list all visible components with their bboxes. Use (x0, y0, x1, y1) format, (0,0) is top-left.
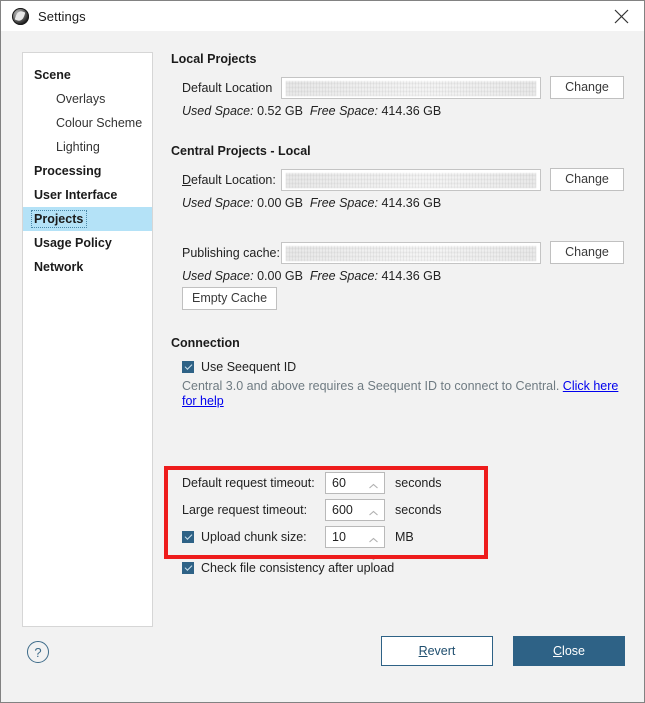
upload-chunk-size-label: Upload chunk size: (201, 530, 307, 544)
upload-chunk-size-row: Upload chunk size: 10 MB (171, 525, 501, 561)
sidebar-item-label: Scene (34, 68, 71, 82)
local-change-location-button[interactable]: Change (550, 76, 624, 99)
upload-chunk-size-stepper[interactable]: 10 (325, 526, 385, 561)
close-icon (614, 9, 629, 23)
redacted-path-text (286, 172, 536, 188)
sidebar-item-label: Projects (30, 210, 88, 228)
cache-used-space-value: 0.00 GB (257, 269, 303, 283)
large-request-timeout-unit: seconds (395, 503, 442, 517)
sidebar-item-label: Processing (34, 164, 102, 178)
central-default-location-label: Default Location: (182, 172, 276, 187)
seequent-id-info-text: Central 3.0 and above requires a Seequen… (171, 379, 630, 409)
local-used-space-value: 0.52 GB (257, 104, 303, 118)
sidebar-item-overlays[interactable]: Overlays (23, 87, 152, 111)
sidebar-item-label: Lighting (56, 140, 100, 154)
connection-timeout-settings: Default request timeout: 60 seconds Larg… (171, 471, 501, 561)
sidebar-item-scene[interactable]: Scene (23, 63, 152, 87)
cache-change-location-button[interactable]: Change (550, 241, 624, 264)
chevron-up-icon[interactable] (368, 503, 379, 521)
large-request-timeout-value: 600 (332, 503, 353, 517)
local-free-space-value: 414.36 GB (381, 104, 442, 118)
cache-used-space-label: Used Space: (182, 269, 254, 283)
central-space-info: Used Space: 0.00 GB Free Space: 414.36 G… (171, 196, 631, 210)
central-free-space-value: 414.36 GB (381, 196, 442, 210)
cache-free-space-value: 414.36 GB (381, 269, 442, 283)
local-projects-heading: Local Projects (171, 52, 257, 66)
large-request-timeout-label: Large request timeout: (182, 503, 308, 517)
publishing-cache-input[interactable] (281, 241, 541, 264)
default-request-timeout-row: Default request timeout: 60 seconds (171, 471, 501, 507)
central-change-location-button[interactable]: Change (550, 168, 624, 191)
settings-content-panel: Local Projects Default Location Change U… (171, 52, 631, 409)
large-request-timeout-stepper[interactable]: 600 (325, 499, 385, 534)
publishing-cache-label: Publishing cache: (182, 245, 280, 260)
sidebar-item-network[interactable]: Network (23, 255, 152, 279)
use-seequent-id-label: Use Seequent ID (201, 360, 297, 374)
sidebar-item-projects[interactable]: Projects (23, 207, 152, 231)
question-mark-icon: ? (34, 644, 42, 660)
upload-chunk-size-unit: MB (395, 530, 414, 544)
sidebar-item-label: User Interface (34, 188, 118, 202)
settings-dialog: Settings Scene Overlays Colour Scheme Li… (0, 0, 645, 703)
central-used-space-value: 0.00 GB (257, 196, 303, 210)
title-bar: Settings (1, 1, 644, 31)
central-free-space-label: Free Space: (309, 196, 378, 210)
default-request-timeout-stepper[interactable]: 60 (325, 472, 385, 507)
local-free-space-label: Free Space: (309, 104, 378, 118)
publishing-cache-row: Publishing cache: Change (171, 241, 631, 264)
sidebar-item-processing[interactable]: Processing (23, 159, 152, 183)
stepper-arrows[interactable] (368, 503, 379, 534)
dialog-body: Scene Overlays Colour Scheme Lighting Pr… (1, 31, 644, 702)
default-request-timeout-label: Default request timeout: (182, 476, 315, 490)
central-projects-heading: Central Projects - Local (171, 144, 311, 158)
close-button[interactable]: Close (513, 636, 625, 666)
local-default-location-input[interactable] (281, 76, 541, 99)
info-text-body: Central 3.0 and above requires a Seequen… (182, 379, 563, 393)
sidebar-item-label: Usage Policy (34, 236, 112, 250)
connection-heading: Connection (171, 336, 240, 350)
sidebar-item-colour-scheme[interactable]: Colour Scheme (23, 111, 152, 135)
cache-free-space-label: Free Space: (309, 269, 378, 283)
default-request-timeout-value: 60 (332, 476, 346, 490)
stepper-arrows[interactable] (368, 530, 379, 561)
chevron-up-icon[interactable] (368, 476, 379, 494)
upload-chunk-size-value: 10 (332, 530, 346, 544)
sidebar-item-label: Network (34, 260, 84, 274)
sidebar-item-usage-policy[interactable]: Usage Policy (23, 231, 152, 255)
central-default-location-input[interactable] (281, 168, 541, 191)
sidebar-item-lighting[interactable]: Lighting (23, 135, 152, 159)
help-button[interactable]: ? (27, 641, 49, 663)
revert-button[interactable]: Revert (381, 636, 493, 666)
cache-space-info: Used Space: 0.00 GB Free Space: 414.36 G… (171, 269, 631, 283)
large-request-timeout-row: Large request timeout: 600 seconds (171, 498, 501, 534)
redacted-path-text (286, 245, 536, 261)
use-seequent-id-checkbox[interactable] (182, 361, 194, 373)
empty-cache-button[interactable]: Empty Cache (182, 287, 277, 310)
sidebar-item-label: Overlays (56, 92, 106, 106)
local-used-space-label: Used Space: (182, 104, 254, 118)
default-request-timeout-unit: seconds (395, 476, 442, 490)
window-title: Settings (38, 8, 86, 24)
upload-chunk-size-toggle[interactable]: Upload chunk size: (182, 530, 325, 544)
use-seequent-id-row[interactable]: Use Seequent ID (171, 360, 631, 374)
settings-sidebar: Scene Overlays Colour Scheme Lighting Pr… (22, 52, 153, 627)
app-logo-icon (12, 7, 29, 25)
central-default-location-row: Default Location: Change (171, 168, 631, 191)
sidebar-item-user-interface[interactable]: User Interface (23, 183, 152, 207)
local-default-location-row: Default Location Change (171, 76, 631, 99)
check-file-consistency-row[interactable]: Check file consistency after upload (171, 561, 394, 575)
chevron-up-icon[interactable] (368, 530, 379, 548)
stepper-arrows[interactable] (368, 476, 379, 507)
check-file-consistency-checkbox[interactable] (182, 562, 194, 574)
local-space-info: Used Space: 0.52 GB Free Space: 414.36 G… (171, 104, 631, 118)
check-file-consistency-label: Check file consistency after upload (201, 561, 395, 575)
close-window-button[interactable] (599, 1, 644, 31)
dialog-footer: ? Revert Close (1, 625, 644, 702)
central-used-space-label: Used Space: (182, 196, 254, 210)
local-default-location-label: Default Location (182, 80, 273, 95)
redacted-path-text (286, 80, 536, 96)
sidebar-item-label: Colour Scheme (56, 116, 143, 130)
upload-chunk-size-checkbox[interactable] (182, 531, 194, 543)
